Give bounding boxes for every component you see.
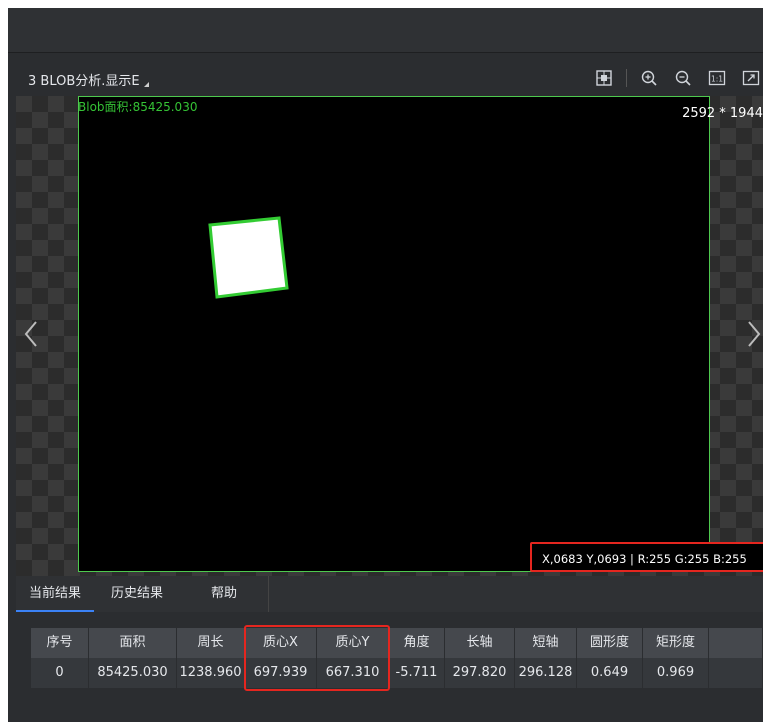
col-perimeter[interactable]: 周长 [177,628,245,658]
cell-minor-axis: 296.128 [515,658,577,688]
cell-angle: -5.711 [389,658,445,688]
view-titlebar: 3 BLOB分析.显示E 1:1 [8,60,763,96]
blob-area-overlay: Blob面积:85425.030 [78,100,198,114]
crosshair-grid-icon[interactable] [592,66,616,90]
cell-rectangularity: 0.969 [643,658,709,688]
cell-perimeter: 1238.960 [177,658,245,688]
cell-major-axis: 297.820 [445,658,515,688]
col-index[interactable]: 序号 [31,628,89,658]
image-canvas[interactable] [78,96,710,572]
centroid-highlight-box [244,625,390,691]
pixel-info-readout: X,0683 Y,0693 | R:255 G:255 B:255 [530,542,763,572]
view-title[interactable]: 3 BLOB分析.显示E [28,70,149,89]
results-table: 序号 面积 周长 质心X 质心Y 角度 长轴 短轴 圆形度 矩形度 0 8542… [31,628,763,688]
previous-image-icon[interactable] [22,314,42,354]
blob-region [208,216,289,299]
zoom-in-icon[interactable] [637,66,661,90]
col-major-axis[interactable]: 长轴 [445,628,515,658]
top-bar [8,8,763,53]
col-circularity[interactable]: 圆形度 [577,628,643,658]
col-rectangularity[interactable]: 矩形度 [643,628,709,658]
col-area[interactable]: 面积 [89,628,177,658]
app-window: 3 BLOB分析.显示E 1:1 Blob面积:85425.030 2592 *… [8,8,763,722]
fit-window-icon[interactable] [739,66,763,90]
dropdown-caret-icon[interactable] [143,82,149,87]
actual-size-label: 1:1 [711,75,723,84]
cell-index: 0 [31,658,89,688]
toolbar-divider [626,69,627,87]
table-row[interactable]: 0 85425.030 1238.960 697.939 667.310 -5.… [31,658,763,688]
image-viewer[interactable]: Blob面积:85425.030 2592 * 1944 X,0683 Y,06… [16,96,763,576]
table-header: 序号 面积 周长 质心X 质心Y 角度 长轴 短轴 圆形度 矩形度 [31,628,763,658]
image-dimensions: 2592 * 1944 [682,106,763,121]
col-extra [709,628,763,658]
tab-history-results[interactable]: 历史结果 [94,576,180,612]
tab-divider [268,576,269,612]
cell-extra [709,658,763,688]
tab-help[interactable]: 帮助 [180,576,268,612]
cell-area: 85425.030 [89,658,177,688]
cell-circularity: 0.649 [577,658,643,688]
view-title-text: 3 BLOB分析.显示E [28,74,140,89]
tab-current-results[interactable]: 当前结果 [16,576,94,612]
zoom-out-icon[interactable] [671,66,695,90]
actual-size-icon[interactable]: 1:1 [705,66,729,90]
result-tabs: 当前结果 历史结果 帮助 [16,576,763,612]
col-angle[interactable]: 角度 [389,628,445,658]
view-toolbar: 1:1 [582,66,763,90]
next-image-icon[interactable] [743,314,763,354]
col-minor-axis[interactable]: 短轴 [515,628,577,658]
